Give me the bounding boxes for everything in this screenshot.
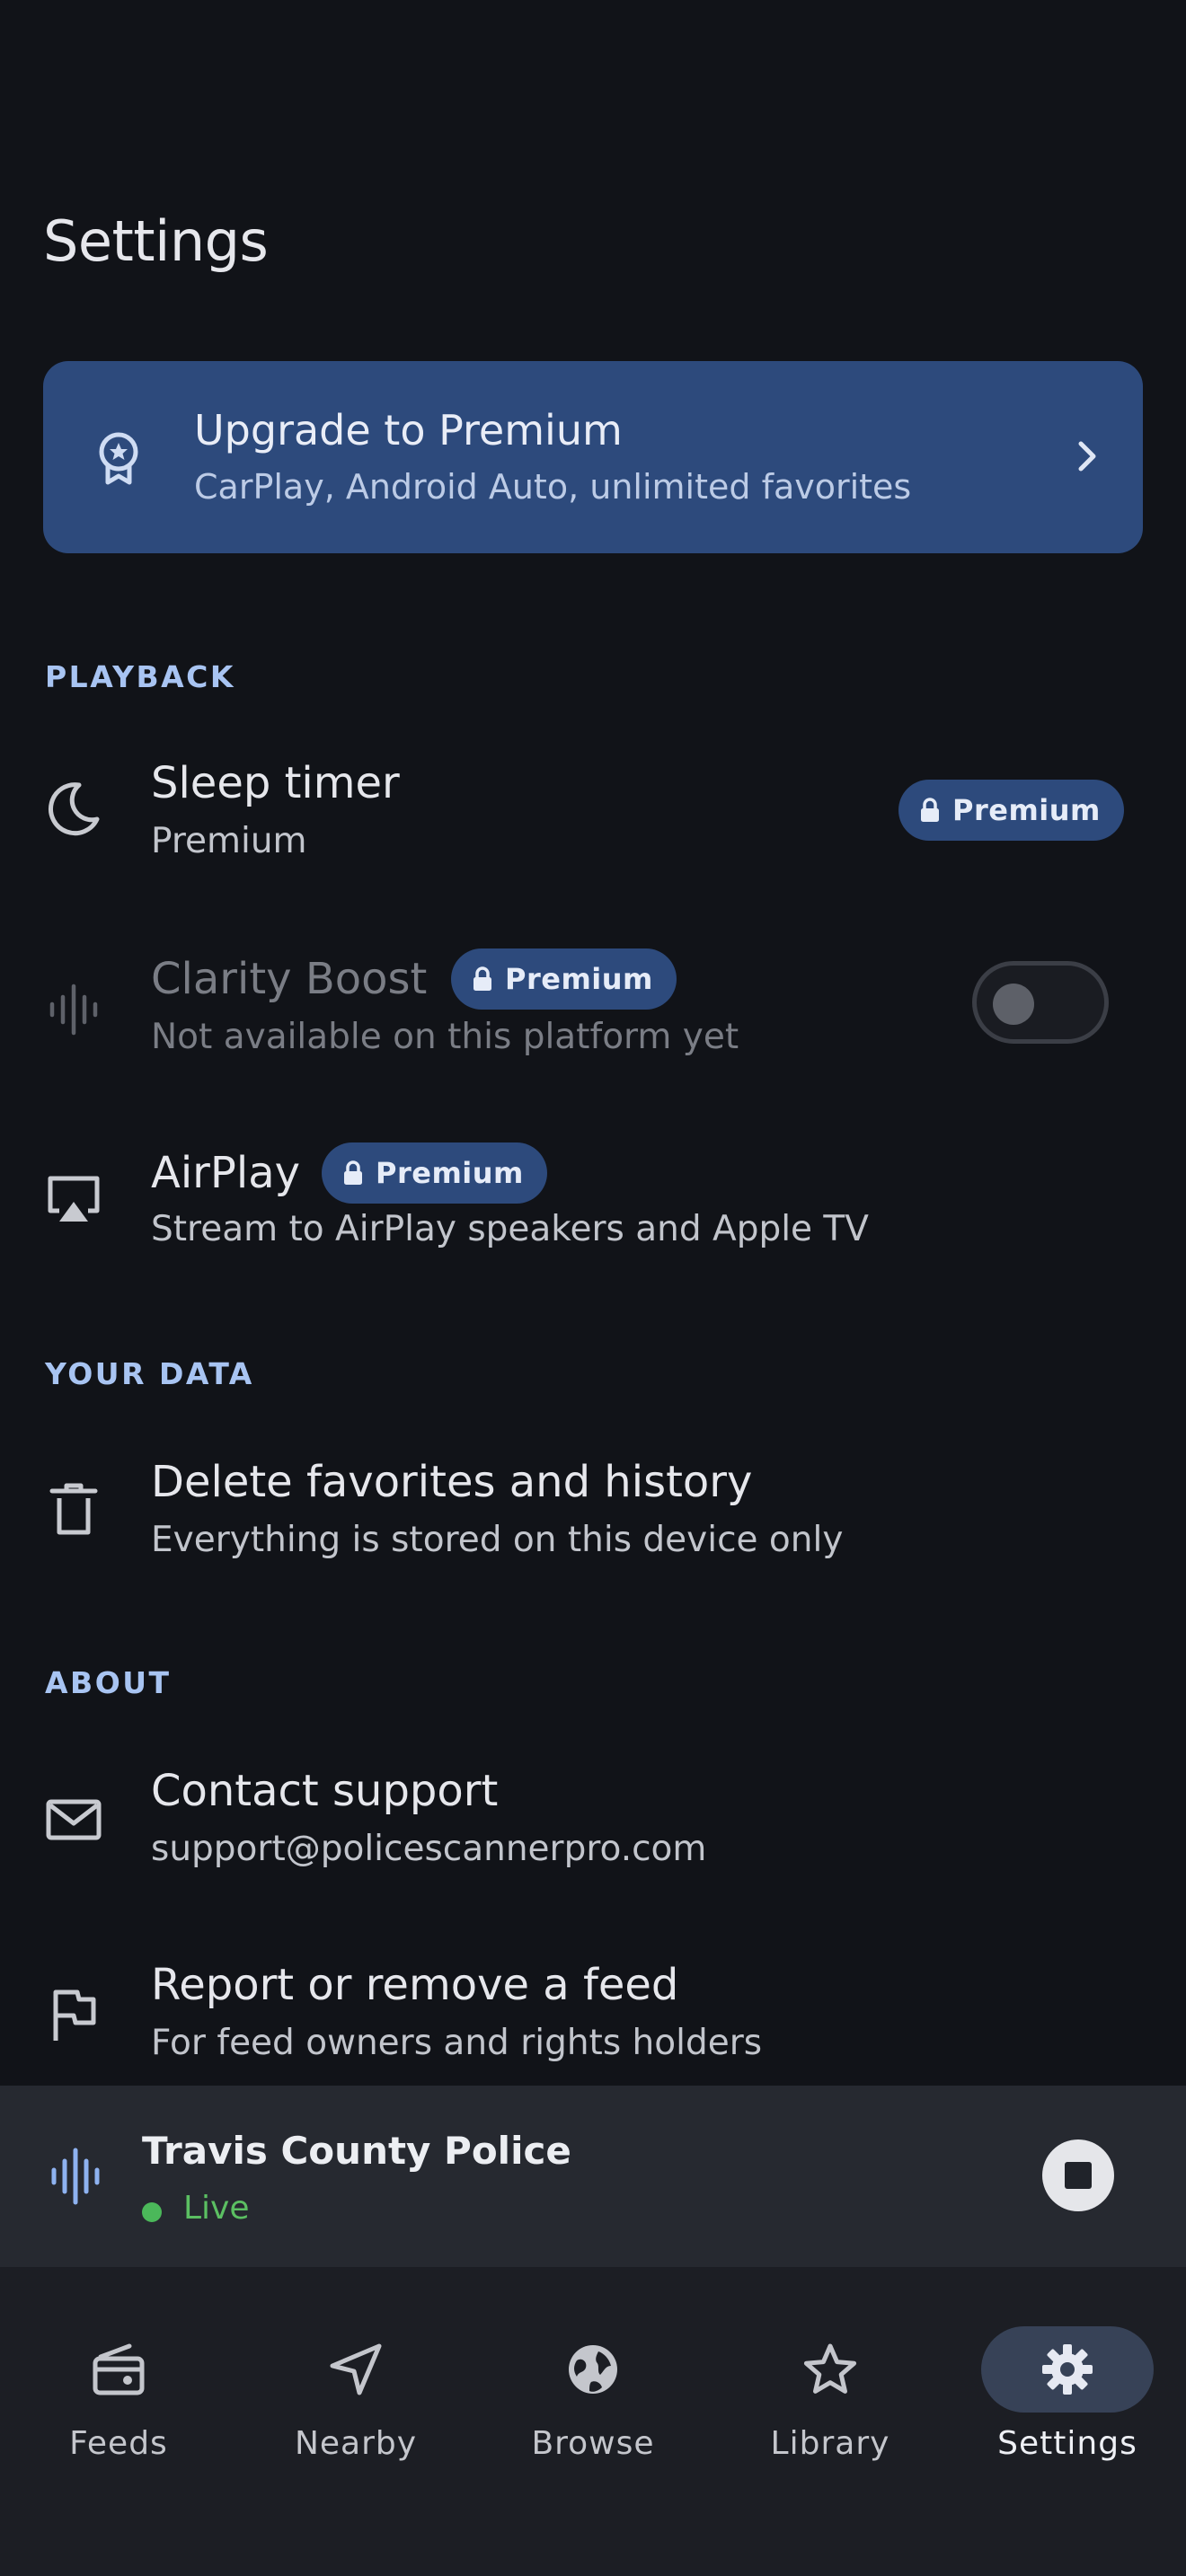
live-status: Live — [183, 2190, 250, 2227]
trash-icon — [49, 1483, 98, 1535]
stop-icon — [1065, 2162, 1092, 2189]
delete-data-row[interactable]: Delete favorites and history Everything … — [0, 1444, 1186, 1579]
toggle-knob — [993, 984, 1034, 1025]
tab-label: Nearby — [294, 2425, 418, 2462]
premium-badge: Premium — [898, 780, 1124, 841]
airplay-subtitle: Stream to AirPlay speakers and Apple TV — [151, 1209, 869, 1249]
airplay-title: AirPlay — [151, 1148, 301, 1198]
premium-badge-label: Premium — [505, 962, 653, 996]
mini-player[interactable]: Travis County Police Live — [0, 2086, 1186, 2267]
clarity-boost-row: Clarity Boost Premium Not available on t… — [0, 943, 1186, 1078]
moon-icon — [49, 782, 100, 836]
radio-icon — [93, 2343, 145, 2395]
delete-data-title: Delete favorites and history — [151, 1457, 753, 1507]
flag-icon — [53, 1989, 96, 2041]
tab-label: Library — [770, 2425, 890, 2462]
stop-button[interactable] — [1042, 2139, 1114, 2211]
navigation-icon — [330, 2343, 382, 2395]
tab-label: Feeds — [69, 2425, 168, 2462]
now-playing-title: Travis County Police — [142, 2129, 571, 2173]
contact-support-title: Contact support — [151, 1766, 499, 1816]
sleep-timer-subtitle: Premium — [151, 821, 307, 861]
airplay-row[interactable]: AirPlay Premium Stream to AirPlay speake… — [0, 1137, 1186, 1272]
airplay-icon — [48, 1176, 100, 1222]
globe-icon — [569, 2345, 617, 2394]
tab-label: Settings — [997, 2425, 1137, 2462]
waveform-icon — [49, 984, 98, 1036]
tab-browse[interactable]: Browse — [485, 2303, 701, 2465]
section-header-your-data: YOUR DATA — [45, 1356, 254, 1391]
clarity-boost-subtitle: Not available on this platform yet — [151, 1017, 739, 1057]
chevron-right-icon — [1078, 441, 1096, 472]
lock-icon — [474, 966, 491, 991]
lock-icon — [344, 1160, 362, 1185]
report-feed-title: Report or remove a feed — [151, 1960, 679, 2010]
upgrade-title: Upgrade to Premium — [194, 406, 623, 454]
tab-nearby[interactable]: Nearby — [248, 2303, 464, 2465]
tab-label: Browse — [531, 2425, 655, 2462]
delete-data-subtitle: Everything is stored on this device only — [151, 1520, 844, 1560]
sleep-timer-row[interactable]: Sleep timer Premium Premium — [0, 745, 1186, 880]
contact-support-row[interactable]: Contact support support@policescannerpro… — [0, 1753, 1186, 1888]
clarity-boost-toggle[interactable] — [972, 961, 1109, 1044]
bottom-tab-bar: Feeds Nearby Browse Library Settings — [0, 2267, 1186, 2576]
report-feed-subtitle: For feed owners and rights holders — [151, 2023, 763, 2063]
premium-badge: Premium — [451, 948, 677, 1010]
star-icon — [803, 2343, 857, 2394]
tab-settings[interactable]: Settings — [960, 2303, 1175, 2465]
sleep-timer-title: Sleep timer — [151, 758, 400, 808]
tab-library[interactable]: Library — [722, 2303, 938, 2465]
live-indicator-dot — [142, 2202, 162, 2222]
mail-icon — [46, 1799, 102, 1840]
upgrade-premium-card[interactable]: Upgrade to Premium CarPlay, Android Auto… — [43, 361, 1143, 553]
report-feed-row[interactable]: Report or remove a feed For feed owners … — [0, 1947, 1186, 2082]
page-title: Settings — [43, 208, 269, 274]
premium-badge-label: Premium — [376, 1156, 524, 1190]
premium-badge: Premium — [322, 1142, 547, 1204]
section-header-about: ABOUT — [45, 1665, 172, 1700]
clarity-boost-title: Clarity Boost — [151, 954, 428, 1004]
premium-badge-label: Premium — [952, 793, 1101, 827]
award-ribbon-icon — [99, 432, 138, 485]
section-header-playback: PLAYBACK — [45, 659, 235, 694]
gear-icon — [1042, 2344, 1093, 2395]
tab-feeds[interactable]: Feeds — [11, 2303, 226, 2465]
contact-support-email: support@policescannerpro.com — [151, 1829, 707, 1869]
lock-icon — [921, 798, 939, 822]
upgrade-subtitle: CarPlay, Android Auto, unlimited favorit… — [194, 467, 912, 507]
waveform-icon — [51, 2148, 100, 2205]
